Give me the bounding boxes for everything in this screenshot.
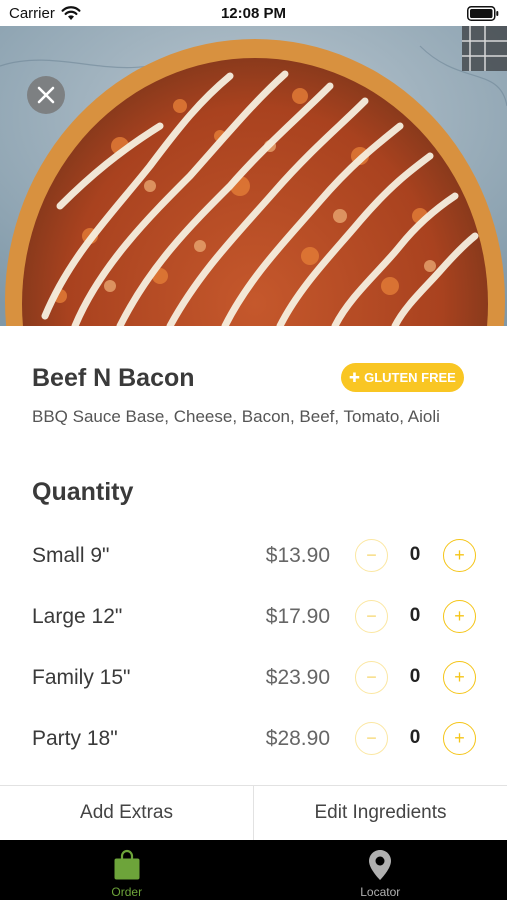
tab-label: Locator [360,885,401,899]
increment-button[interactable]: + [443,539,476,572]
product-description: BBQ Sauce Base, Cheese, Bacon, Beef, Tom… [32,407,440,426]
size-price: $23.90 [265,666,330,689]
map-pin-icon [369,850,392,880]
size-name: Family 15" [32,666,131,689]
increment-button[interactable]: + [443,722,476,755]
size-price: $28.90 [265,727,330,750]
size-row-large: Large 12" $17.90 − 0 + [0,597,507,637]
quantity-value: 0 [409,666,421,687]
gluten-free-badge: ✚ GLUTEN FREE [341,363,464,392]
tab-order[interactable]: Order [0,840,254,900]
decrement-button[interactable]: − [355,600,388,633]
decrement-button[interactable]: − [355,661,388,694]
quantity-heading: Quantity [32,478,134,506]
clock: 12:08 PM [220,5,287,22]
size-row-small: Small 9" $13.90 − 0 + [0,536,507,576]
size-name: Small 9" [32,544,110,567]
size-row-family: Family 15" $23.90 − 0 + [0,658,507,698]
pizza-illustration [0,26,507,326]
product-image [0,26,507,326]
close-icon [37,86,55,104]
decrement-button[interactable]: − [355,722,388,755]
size-name: Large 12" [32,605,123,628]
tab-bar: Order Locator [0,840,507,900]
shopping-bag-icon [114,849,140,880]
size-price: $13.90 [265,544,330,567]
size-price: $17.90 [265,605,330,628]
edit-ingredients-button[interactable]: Edit Ingredients [253,786,507,840]
decrement-button[interactable]: − [355,539,388,572]
tab-locator[interactable]: Locator [254,840,507,900]
close-button[interactable] [27,76,65,114]
badge-label: GLUTEN FREE [364,370,456,385]
plus-icon: ✚ [349,369,361,385]
add-extras-button[interactable]: Add Extras [0,786,253,840]
product-title: Beef N Bacon [32,364,195,392]
status-bar: Carrier 12:08 PM [0,0,507,26]
action-bar: Add Extras Edit Ingredients [0,785,507,840]
increment-button[interactable]: + [443,661,476,694]
size-name: Party 18" [32,727,118,750]
battery-icon [467,6,499,21]
tab-label: Order [111,885,143,899]
quantity-value: 0 [409,727,421,748]
quantity-value: 0 [409,544,421,565]
size-row-party: Party 18" $28.90 − 0 + [0,719,507,759]
increment-button[interactable]: + [443,600,476,633]
quantity-value: 0 [409,605,421,626]
